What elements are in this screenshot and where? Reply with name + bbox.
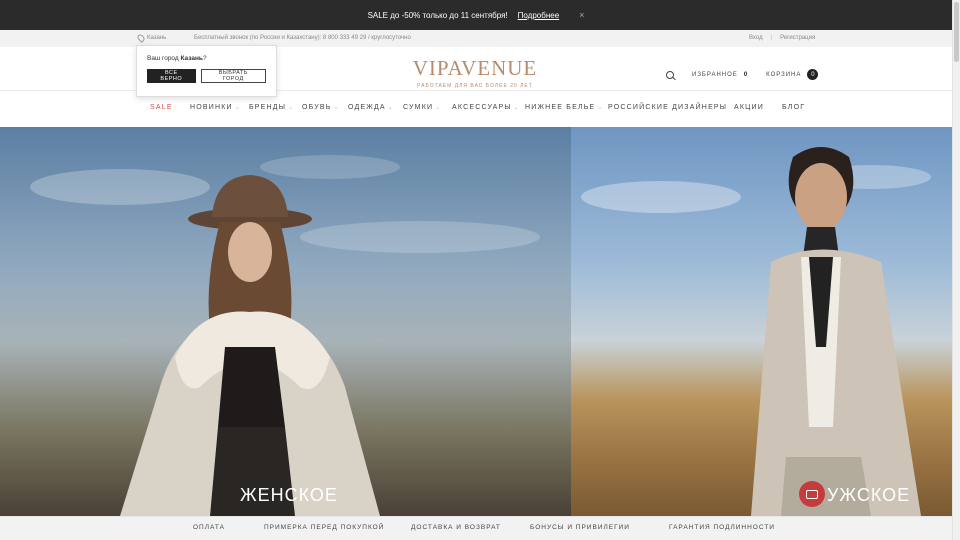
men-category-label: УЖСКОЕ <box>827 485 911 505</box>
chevron-down-icon: ⌄ <box>288 105 295 111</box>
chevron-down-icon: ⌄ <box>234 105 241 111</box>
city-selector[interactable]: Казань <box>136 33 167 43</box>
chevron-down-icon: ⌄ <box>387 105 395 111</box>
nav-item-5[interactable]: СУМКИ ⌄ <box>403 104 441 111</box>
nav-item-1[interactable]: НОВИНКИ ⌄ <box>190 104 241 111</box>
nav-item-4[interactable]: ОДЕЖДА ⌄ <box>348 104 394 111</box>
promo-bar: SALE до -50% только до 11 сентября! Подр… <box>0 0 952 30</box>
city-confirm-popup: Ваш город Казань? ВСЕ ВЕРНО ВЫБРАТЬ ГОРО… <box>136 45 277 97</box>
header-actions: ИЗБРАННОЕ 0 КОРЗИНА 0 <box>666 69 819 80</box>
men-category-banner[interactable]: УЖСКОЕ <box>571 127 952 516</box>
promo-more-link[interactable]: Подробнее <box>518 11 560 20</box>
chevron-down-icon: ⌄ <box>435 105 442 111</box>
scrollbar-thumb[interactable] <box>954 2 959 62</box>
register-link[interactable]: Регистрация <box>780 35 815 41</box>
service-links-bar: ОПЛАТА ПРИМЕРКА ПЕРЕД ПОКУПКОЙ ДОСТАВКА И … <box>0 516 952 540</box>
cart-link[interactable]: КОРЗИНА <box>766 72 801 78</box>
logo-tagline: РАБОТАЕМ ДЛЯ ВАС БОЛЕЕ 20 ЛЕТ <box>417 83 533 89</box>
favorites-link[interactable]: ИЗБРАННОЕ <box>692 72 738 78</box>
city-question-suffix: ? <box>202 55 207 62</box>
phone-info: Бесплатный звонок (по России и Казахстан… <box>194 35 411 41</box>
city-question-prefix: Ваш город <box>147 55 181 62</box>
nav-item-label: БЛОГ <box>782 104 806 111</box>
chevron-down-icon: ⌄ <box>597 105 604 111</box>
chat-icon <box>806 489 818 499</box>
city-question-city: Казань <box>180 55 203 62</box>
nav-item-10[interactable]: БЛОГ <box>782 104 805 111</box>
login-link[interactable]: Вход <box>749 35 763 41</box>
nav-item-label: РОССИЙСКИЕ ДИЗАЙНЕРЫ <box>608 104 728 111</box>
search-icon[interactable] <box>666 70 674 79</box>
nav-item-6[interactable]: АКСЕССУАРЫ ⌄ <box>452 104 520 111</box>
nav-item-7[interactable]: НИЖНЕЕ БЕЛЬЕ ⌄ <box>525 104 604 111</box>
nav-item-label: ОБУВЬ <box>302 104 332 111</box>
auth-separator: | <box>770 35 773 41</box>
nav-item-8[interactable]: РОССИЙСКИЕ ДИЗАЙНЕРЫ <box>608 104 727 111</box>
chevron-down-icon: ⌄ <box>333 105 340 111</box>
nav-item-label: БРЕНДЫ <box>249 104 287 111</box>
nav-item-0[interactable]: SALE <box>150 104 173 111</box>
service-link[interactable]: ОПЛАТА <box>193 524 225 531</box>
confirm-city-button[interactable]: ВСЕ ВЕРНО <box>147 69 196 83</box>
chat-button[interactable] <box>799 481 825 507</box>
service-link[interactable]: БОНУСЫ И ПРИВИЛЕГИИ <box>530 524 630 531</box>
logo[interactable]: VIPAVENUE РАБОТАЕМ ДЛЯ ВАС БОЛЕЕ 20 ЛЕТ <box>405 57 545 89</box>
logo-text: VIPAVENUE <box>412 56 538 80</box>
nav-item-3[interactable]: ОБУВЬ ⌄ <box>302 104 340 111</box>
promo-text: SALE до -50% только до 11 сентября! <box>367 10 508 20</box>
favorites-count: 0 <box>743 71 749 78</box>
cart-count-badge: 0 <box>807 69 819 80</box>
nav-item-label: АКЦИИ <box>734 104 764 111</box>
nav-item-9[interactable]: АКЦИИ <box>734 104 764 111</box>
women-category-label: ЖЕНСКОЕ <box>240 485 338 505</box>
nav-item-label: НИЖНЕЕ БЕЛЬЕ <box>525 104 596 111</box>
city-popup-buttons: ВСЕ ВЕРНО ВЫБРАТЬ ГОРОД <box>147 69 266 83</box>
city-question: Ваш город Казань? <box>147 55 266 62</box>
chevron-down-icon: ⌄ <box>513 105 521 111</box>
women-model-illustration <box>30 155 540 516</box>
service-link[interactable]: ПРИМЕРКА ПЕРЕД ПОКУПКОЙ <box>264 524 384 531</box>
location-pin-icon <box>136 33 146 43</box>
page: SALE до -50% только до 11 сентября! Подр… <box>0 0 960 540</box>
men-model-illustration <box>581 147 931 516</box>
city-name: Казань <box>147 35 167 41</box>
nav-item-label: АКСЕССУАРЫ <box>452 104 512 111</box>
women-category-banner[interactable]: ЖЕНСКОЕ <box>0 127 571 516</box>
nav-item-label: СУМКИ <box>403 104 434 111</box>
choose-city-button[interactable]: ВЫБРАТЬ ГОРОД <box>200 69 266 83</box>
nav-item-label: НОВИНКИ <box>190 104 233 111</box>
auth-links: Вход | Регистрация <box>749 35 815 41</box>
page-scrollbar[interactable] <box>952 0 960 540</box>
hero: ЖЕНСКОЕ УЖСКОЕ <box>0 127 952 516</box>
nav-item-label: ОДЕЖДА <box>348 104 386 111</box>
service-link[interactable]: ДОСТАВКА И ВОЗВРАТ <box>411 524 501 531</box>
nav-item-2[interactable]: БРЕНДЫ ⌄ <box>249 104 294 111</box>
service-link[interactable]: ГАРАНТИЯ ПОДЛИННОСТИ <box>669 524 775 531</box>
close-icon[interactable]: × <box>579 10 584 20</box>
nav-item-label: SALE <box>150 104 173 111</box>
